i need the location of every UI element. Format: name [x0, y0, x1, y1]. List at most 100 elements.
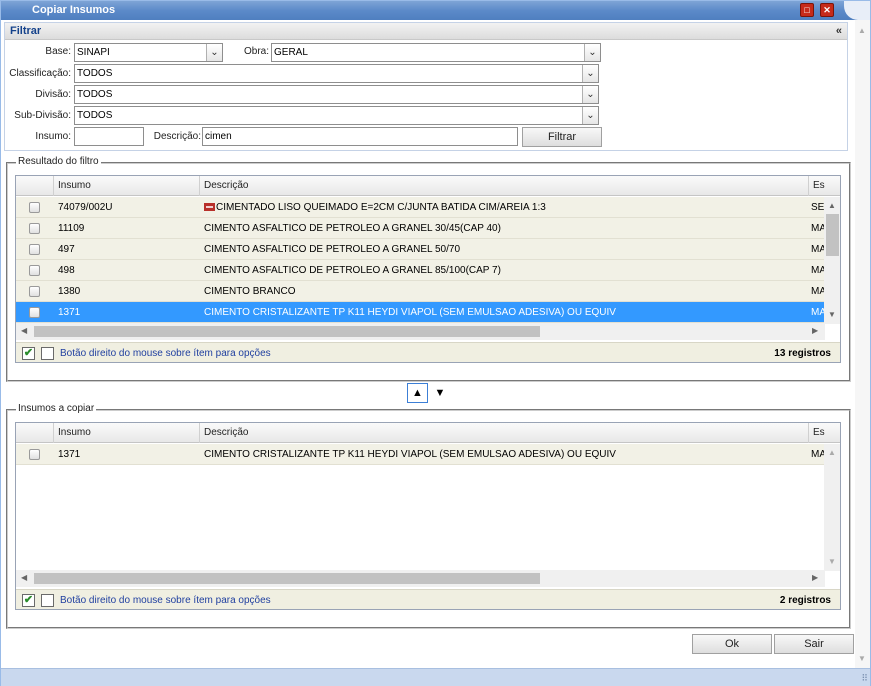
filtrar-button[interactable]: Filtrar: [522, 127, 602, 147]
scroll-thumb[interactable]: [826, 214, 839, 256]
deselect-checkbox[interactable]: [41, 594, 54, 607]
arrow-up-icon[interactable]: ▲: [407, 383, 428, 403]
close-icon[interactable]: ✕: [820, 3, 834, 17]
result-hscrollbar[interactable]: ◀ ▶: [16, 323, 825, 340]
cell-descricao-text: CIMENTO CRISTALIZANTE TP K11 HEYDI VIAPO…: [204, 449, 616, 460]
cell-es: MA: [811, 223, 824, 234]
column-header-es[interactable]: Es: [809, 423, 840, 443]
subdivisao-select-value: TODOS: [77, 110, 113, 121]
copiar-insumos-window: Copiar Insumos □ ✕ ▲ ▼ Filtrar « Base: S…: [0, 0, 871, 686]
chevron-down-icon[interactable]: ⌄: [206, 44, 222, 61]
table-row[interactable]: 74079/002U CIMENTADO LISO QUEIMADO E=2CM …: [16, 197, 824, 218]
copy-grid-footer: ✔ Botão direito do mouse sobre ítem para…: [16, 589, 840, 609]
column-header-descricao[interactable]: Descrição: [200, 176, 809, 196]
row-checkbox[interactable]: [29, 286, 40, 297]
cell-descricao: CIMENTO ASFALTICO DE PETROLEO A GRANEL 3…: [200, 218, 809, 239]
scroll-right-icon[interactable]: ▶: [812, 326, 818, 335]
result-grid-header: Insumo Descrição Es: [16, 176, 840, 196]
row-checkbox[interactable]: [29, 449, 40, 460]
table-row[interactable]: 498 CIMENTO ASFALTICO DE PETROLEO A GRANE…: [16, 260, 824, 281]
insumo-label: Insumo:: [35, 131, 71, 142]
cell-descricao-text: CIMENTO ASFALTICO DE PETROLEO A GRANEL 3…: [204, 223, 501, 234]
chevron-down-icon[interactable]: ⌄: [582, 65, 598, 82]
scroll-left-icon[interactable]: ◀: [21, 326, 27, 335]
result-grid: Insumo Descrição Es 74079/002U CIMENTADO …: [15, 175, 841, 363]
maximize-icon[interactable]: □: [800, 3, 814, 17]
composition-icon: [204, 203, 215, 211]
result-grid-footer: ✔ Botão direito do mouse sobre ítem para…: [16, 342, 840, 362]
base-select-value: SINAPI: [77, 47, 110, 58]
result-legend: Resultado do filtro: [16, 156, 101, 167]
ok-button[interactable]: Ok: [692, 634, 772, 654]
scroll-left-icon[interactable]: ◀: [21, 573, 27, 582]
scroll-down-icon[interactable]: ▼: [858, 654, 866, 663]
arrow-down-icon[interactable]: ▼: [431, 383, 449, 403]
insumo-input[interactable]: [74, 127, 144, 146]
table-row[interactable]: 11109 CIMENTO ASFALTICO DE PETROLEO A GRA…: [16, 218, 824, 239]
scroll-up-icon[interactable]: ▲: [828, 448, 836, 457]
chevron-down-icon[interactable]: ⌄: [584, 44, 600, 61]
row-checkbox[interactable]: [29, 244, 40, 255]
status-bar: ⠿: [1, 668, 870, 686]
cell-descricao: CIMENTADO LISO QUEIMADO E=2CM C/JUNTA BA…: [200, 197, 809, 218]
classificacao-select[interactable]: TODOS ⌄: [74, 64, 599, 83]
resize-grip-icon[interactable]: ⠿: [861, 673, 868, 684]
cell-insumo: 497: [58, 244, 75, 255]
table-row[interactable]: 1371 CIMENTO CRISTALIZANTE TP K11 HEYDI V…: [16, 302, 824, 323]
row-checkbox[interactable]: [29, 223, 40, 234]
table-row[interactable]: 1371 CIMENTO CRISTALIZANTE TP K11 HEYDI V…: [16, 444, 824, 465]
select-all-checkbox[interactable]: ✔: [22, 594, 35, 607]
scroll-down-icon[interactable]: ▼: [828, 557, 836, 566]
table-row[interactable]: 1380 CIMENTO BRANCO MA: [16, 281, 824, 302]
filter-panel-title: Filtrar: [10, 25, 42, 37]
deselect-checkbox[interactable]: [41, 347, 54, 360]
checkbox-column-header: [16, 176, 54, 196]
window-scrollbar[interactable]: ▲ ▼: [855, 20, 870, 668]
collapse-icon[interactable]: «: [836, 25, 842, 37]
scroll-thumb[interactable]: [34, 573, 540, 584]
copy-grid-header: Insumo Descrição Es: [16, 423, 840, 443]
descricao-input[interactable]: cimen: [202, 127, 518, 146]
cell-es: MA: [811, 286, 824, 297]
cell-insumo: 1371: [58, 449, 81, 460]
base-select[interactable]: SINAPI ⌄: [74, 43, 223, 62]
cell-descricao: CIMENTO CRISTALIZANTE TP K11 HEYDI VIAPO…: [200, 302, 809, 323]
chevron-down-icon[interactable]: ⌄: [582, 107, 598, 124]
scroll-thumb[interactable]: [34, 326, 540, 337]
cell-descricao-text: CIMENTO ASFALTICO DE PETROLEO A GRANEL 8…: [204, 265, 501, 276]
cell-descricao-text: CIMENTADO LISO QUEIMADO E=2CM C/JUNTA BA…: [216, 202, 546, 213]
scroll-down-icon[interactable]: ▼: [828, 310, 836, 319]
cell-es: SE: [811, 202, 824, 213]
cell-descricao-text: CIMENTO CRISTALIZANTE TP K11 HEYDI VIAPO…: [204, 307, 616, 318]
record-count: 13 registros: [774, 348, 831, 359]
obra-select[interactable]: GERAL ⌄: [271, 43, 601, 62]
scroll-right-icon[interactable]: ▶: [812, 573, 818, 582]
copy-vscrollbar[interactable]: ▲ ▼: [824, 444, 840, 571]
row-checkbox[interactable]: [29, 202, 40, 213]
select-all-checkbox[interactable]: ✔: [22, 347, 35, 360]
title-bar[interactable]: Copiar Insumos □ ✕: [1, 1, 870, 20]
result-vscrollbar[interactable]: ▲ ▼: [824, 197, 840, 324]
scroll-up-icon[interactable]: ▲: [858, 26, 866, 35]
subdivisao-select[interactable]: TODOS ⌄: [74, 106, 599, 125]
scroll-up-icon[interactable]: ▲: [828, 201, 836, 210]
cell-insumo: 1380: [58, 286, 81, 297]
divisao-select-value: TODOS: [77, 89, 113, 100]
divisao-select[interactable]: TODOS ⌄: [74, 85, 599, 104]
column-header-es[interactable]: Es: [809, 176, 840, 196]
copy-legend: Insumos a copiar: [16, 403, 97, 414]
cell-descricao: CIMENTO ASFALTICO DE PETROLEO A GRANEL 8…: [200, 260, 809, 281]
chevron-down-icon[interactable]: ⌄: [582, 86, 598, 103]
column-header-insumo[interactable]: Insumo: [54, 423, 200, 443]
sair-button[interactable]: Sair: [774, 634, 854, 654]
cell-es: MA: [811, 265, 824, 276]
column-header-insumo[interactable]: Insumo: [54, 176, 200, 196]
row-checkbox[interactable]: [29, 307, 40, 318]
cell-descricao-text: CIMENTO ASFALTICO DE PETROLEO A GRANEL 5…: [204, 244, 461, 255]
cell-descricao-text: CIMENTO BRANCO: [204, 286, 296, 297]
copy-hscrollbar[interactable]: ◀ ▶: [16, 570, 825, 587]
table-row[interactable]: 497 CIMENTO ASFALTICO DE PETROLEO A GRANE…: [16, 239, 824, 260]
classificacao-select-value: TODOS: [77, 68, 113, 79]
column-header-descricao[interactable]: Descrição: [200, 423, 809, 443]
row-checkbox[interactable]: [29, 265, 40, 276]
